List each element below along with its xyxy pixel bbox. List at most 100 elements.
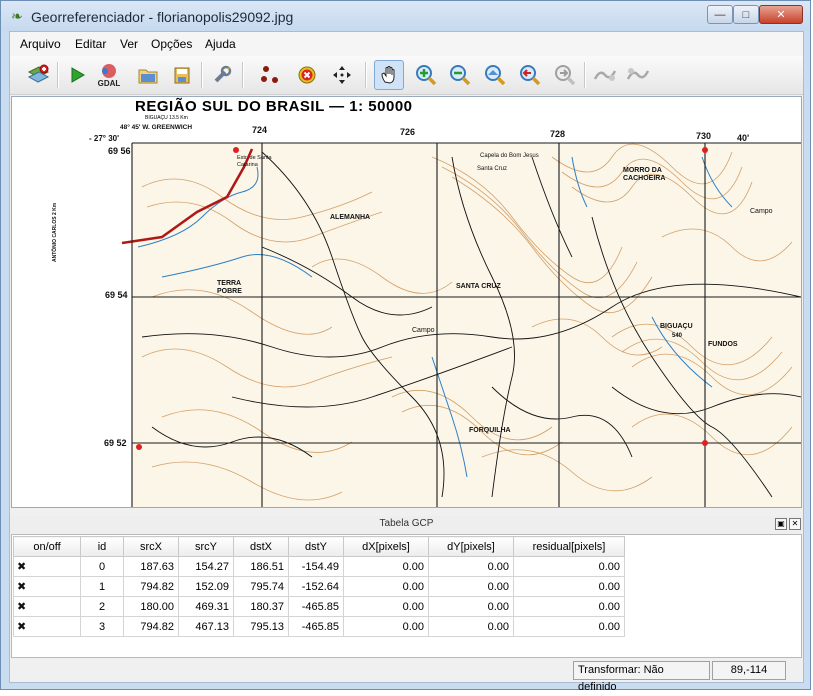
table-header-row: on/off id srcX srcY dstX dstY dX[pixels]… <box>13 536 625 557</box>
zoom-next-icon[interactable] <box>550 60 580 90</box>
menu-ver[interactable]: Ver <box>120 37 138 51</box>
place-biguacu: BIGUAÇU <box>660 323 693 330</box>
cell-srcy[interactable]: 154.27 <box>178 556 234 577</box>
table-row[interactable]: ✖ 2 180.00 469.31 180.37 -465.85 0.00 0.… <box>13 596 625 617</box>
cell-dx: 0.00 <box>343 576 429 597</box>
minimize-button[interactable]: — <box>707 5 733 24</box>
cell-dstx[interactable]: 795.74 <box>233 576 289 597</box>
cell-dx: 0.00 <box>343 596 429 617</box>
longitude-label: 48° 45' W. GREENWICH <box>120 124 193 131</box>
cell-residual: 0.00 <box>513 596 625 617</box>
cell-srcx[interactable]: 794.82 <box>123 576 179 597</box>
close-panel-button[interactable]: ✕ <box>789 518 801 530</box>
col-on-off[interactable]: on/off <box>13 536 81 557</box>
zoom-to-layer-icon[interactable] <box>480 60 510 90</box>
client-area: Arquivo Editar Ver Opções Ajuda GDAL REG… <box>9 31 804 693</box>
col-id[interactable]: id <box>80 536 124 557</box>
place-campo: Campo <box>412 327 435 334</box>
cell-id: 1 <box>80 576 124 597</box>
delete-point-icon[interactable] <box>292 60 322 90</box>
move-gcp-point-icon[interactable] <box>327 60 357 90</box>
cell-srcy[interactable]: 467.13 <box>178 616 234 637</box>
place-santa-cruz: SANTA CRUZ <box>456 283 501 290</box>
row-checkbox[interactable]: ✖ <box>13 596 81 617</box>
close-button[interactable]: ✕ <box>759 5 803 24</box>
cell-dsty[interactable]: -154.49 <box>288 556 344 577</box>
row-checkbox[interactable]: ✖ <box>13 556 81 577</box>
y-tick-6952: 69 52 <box>104 438 127 448</box>
map-title: REGIÃO SUL DO BRASIL — 1: 50000 <box>135 98 413 115</box>
cell-srcx[interactable]: 187.63 <box>123 556 179 577</box>
table-row[interactable]: ✖ 0 187.63 154.27 186.51 -154.49 0.00 0.… <box>13 556 625 577</box>
link-georeferencer-to-qgis-icon[interactable] <box>590 60 620 90</box>
zoom-in-icon[interactable] <box>411 60 441 90</box>
add-point-icon[interactable] <box>255 60 285 90</box>
table-row[interactable]: ✖ 1 794.82 152.09 795.74 -152.64 0.00 0.… <box>13 576 625 597</box>
x-tick-730: 730 <box>696 131 712 141</box>
save-gcp-points-icon[interactable] <box>167 60 197 90</box>
menu-ajuda[interactable]: Ajuda <box>205 37 236 51</box>
cell-dx: 0.00 <box>343 616 429 637</box>
place-capela-bom-jesus: Capela do Bom Jesus <box>480 153 539 159</box>
place-campo-east: Campo <box>750 208 773 215</box>
cell-srcx[interactable]: 180.00 <box>123 596 179 617</box>
map-canvas[interactable]: REGIÃO SUL DO BRASIL — 1: 50000 BIGUAÇU … <box>11 96 802 508</box>
load-gcp-points-icon[interactable] <box>133 60 163 90</box>
cell-srcy[interactable]: 152.09 <box>178 576 234 597</box>
y-tick-6956: 69 56 <box>108 146 131 156</box>
x-tick-726: 726 <box>400 127 416 137</box>
menu-opcoes[interactable]: Opções <box>151 37 192 51</box>
transform-status: Transformar: Não definido <box>573 661 710 693</box>
start-georeferencing-icon[interactable] <box>62 60 92 90</box>
link-qgis-to-georeferencer-icon[interactable] <box>623 60 653 90</box>
maximize-button[interactable]: □ <box>733 5 759 24</box>
cell-dy: 0.00 <box>428 596 514 617</box>
cell-dstx[interactable]: 795.13 <box>233 616 289 637</box>
table-row[interactable]: ✖ 3 794.82 467.13 795.13 -465.85 0.00 0.… <box>13 616 625 637</box>
checkbox-checked-icon[interactable]: ✖ <box>17 561 28 573</box>
place-estr-santa-catarina: Estr. de Santa Catarina <box>237 155 272 168</box>
place-santa-cruz-small: Santa Cruz <box>477 166 508 172</box>
checkbox-checked-icon[interactable]: ✖ <box>17 601 28 613</box>
cell-residual: 0.00 <box>513 616 625 637</box>
checkbox-checked-icon[interactable]: ✖ <box>17 621 28 633</box>
pan-icon[interactable] <box>374 60 404 90</box>
col-dsty[interactable]: dstY <box>288 536 344 557</box>
cell-dy: 0.00 <box>428 576 514 597</box>
cell-dsty[interactable]: -465.85 <box>288 616 344 637</box>
y-tick-6954: 69 54 <box>105 290 128 300</box>
row-checkbox[interactable]: ✖ <box>13 616 81 637</box>
transformation-settings-icon[interactable] <box>207 60 237 90</box>
open-raster-icon[interactable] <box>23 60 53 90</box>
cell-dstx[interactable]: 186.51 <box>233 556 289 577</box>
col-srcx[interactable]: srcX <box>123 536 179 557</box>
georeferencer-window: ❧ Georreferenciador - florianopolis29092… <box>0 0 811 693</box>
col-residual[interactable]: residual[pixels] <box>513 536 625 557</box>
cell-dstx[interactable]: 180.37 <box>233 596 289 617</box>
float-panel-button[interactable]: ▣ <box>775 518 787 530</box>
place-terra-pobre: TERRA POBRE <box>217 280 242 295</box>
col-dy[interactable]: dY[pixels] <box>428 536 514 557</box>
coordinate-readout: 89,-114 <box>712 661 786 680</box>
row-checkbox[interactable]: ✖ <box>13 576 81 597</box>
col-srcy[interactable]: srcY <box>178 536 234 557</box>
menu-arquivo[interactable]: Arquivo <box>20 37 61 51</box>
cell-dsty[interactable]: -465.85 <box>288 596 344 617</box>
zoom-out-icon[interactable] <box>445 60 475 90</box>
place-forquilha: FORQUILHA <box>469 427 511 434</box>
cell-dx: 0.00 <box>343 556 429 577</box>
gcp-table-area: on/off id srcX srcY dstX dstY dX[pixels]… <box>11 534 802 658</box>
menu-editar[interactable]: Editar <box>75 37 106 51</box>
generate-gdal-script-icon[interactable]: GDAL <box>94 60 124 90</box>
cell-srcx[interactable]: 794.82 <box>123 616 179 637</box>
window-title: Georreferenciador - florianopolis29092.j… <box>31 9 294 25</box>
zoom-last-icon[interactable] <box>515 60 545 90</box>
cell-dsty[interactable]: -152.64 <box>288 576 344 597</box>
x-tick-40: 40' <box>737 133 750 143</box>
col-dx[interactable]: dX[pixels] <box>343 536 429 557</box>
col-dstx[interactable]: dstX <box>233 536 289 557</box>
cell-srcy[interactable]: 469.31 <box>178 596 234 617</box>
panel-splitter[interactable] <box>10 509 803 515</box>
checkbox-checked-icon[interactable]: ✖ <box>17 581 28 593</box>
menu-bar: Arquivo Editar Ver Opções Ajuda <box>10 32 803 56</box>
